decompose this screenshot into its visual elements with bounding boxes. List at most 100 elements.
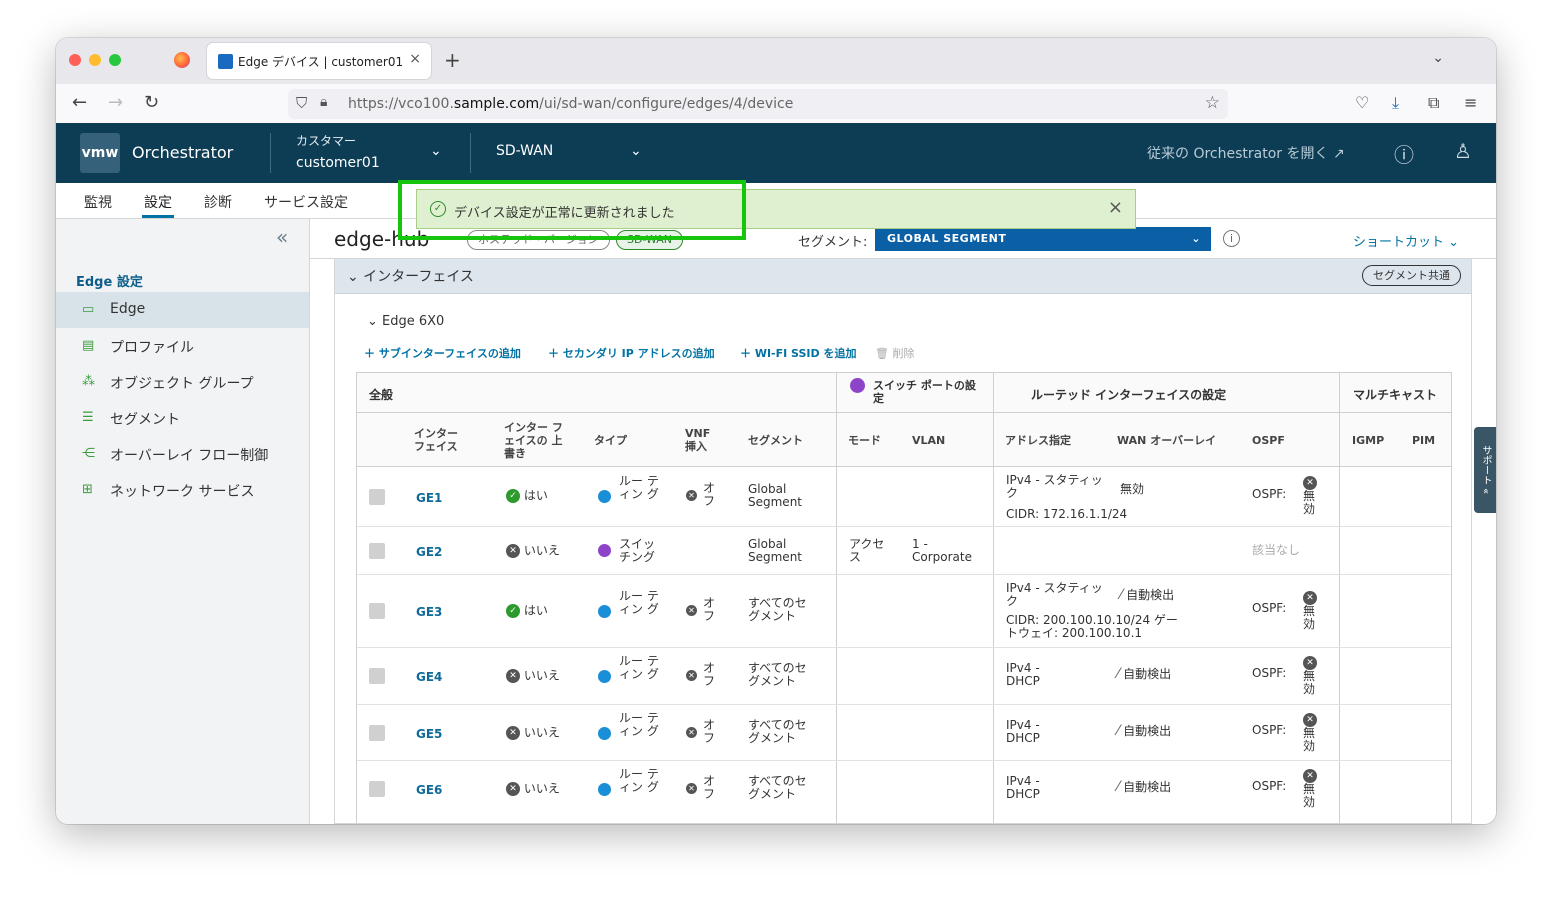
vnf-cell: ✕ オ フ [686,597,726,623]
customer-selector[interactable]: customer01 [296,155,380,171]
browser-window: Edge デバイス | customer01 | VMware × + ⌄ ← … [56,38,1496,824]
sidebar-item-segments[interactable]: ☰ セグメント [56,400,309,436]
row-checkbox[interactable] [369,725,385,741]
col-mode[interactable]: モード [848,434,881,447]
tab-configure[interactable]: 設定 [144,192,172,212]
table-row[interactable]: GE2 ✕ いいえ スイッ チング Global Segment アクセ ス 1… [357,527,1451,575]
main-content: edge-hub ホステッド・バージョン SD-WAN セグメント: GLOBA… [310,219,1496,824]
bookmark-star-icon[interactable]: ☆ [1205,93,1220,113]
interface-table: 全般 スイッチ ポートの設定 ルーテッド インターフェイスの設定 マルチキャスト… [356,372,1452,823]
table-row[interactable]: GE3 ✓ はい ルー ティン グ ✕ オ フ すべてのセ グメント IPv4 -… [357,575,1451,648]
col-vlan[interactable]: VLAN [912,434,945,447]
chevron-down-icon[interactable]: ⌄ [1432,50,1444,66]
interface-section-header[interactable]: ⌄ インターフェイス セグメント共通 [335,259,1471,294]
row-checkbox[interactable] [369,543,385,559]
new-tab-button[interactable]: + [444,48,461,72]
col-address[interactable]: アドレス指定 [1005,434,1071,447]
x-circle-icon: ✕ [506,544,520,558]
add-subinterface-button[interactable]: ＋ サブインターフェイスの追加 [364,345,521,361]
tab-diagnostics[interactable]: 診断 [204,192,232,212]
tab-close-icon[interactable]: × [409,51,421,67]
add-secondary-ip-button[interactable]: ＋ セカンダリ IP アドレスの追加 [548,345,715,361]
col-igmp[interactable]: IGMP [1352,434,1384,447]
row-checkbox[interactable] [369,668,385,684]
table-row[interactable]: GE1 ✓ はい ルー ティン グ ✕ オ フ Global Segment IP… [357,467,1451,527]
url-text[interactable]: https://vco100.sample.com/ui/sd-wan/conf… [348,96,793,112]
edge-model-toggle[interactable]: ⌄ Edge 6X0 [367,314,444,329]
shield-icon[interactable]: ⛉ [296,94,307,112]
row-checkbox[interactable] [369,781,385,797]
magic-wand-icon: ⁄ [1117,723,1120,739]
segment-select[interactable]: GLOBAL SEGMENT ⌄ [875,227,1211,251]
interface-link[interactable]: GE1 [416,491,442,505]
x-circle-icon: ✕ [686,605,697,616]
sidebar-item-network-services[interactable]: ⊞ ネットワーク サービス [56,472,309,508]
help-icon[interactable]: ⓘ [1394,139,1414,168]
info-icon[interactable]: i [1223,230,1240,247]
segment-cell: すべてのセ グメント [748,718,807,745]
override-value: はい [523,603,548,618]
col-segment[interactable]: セグメント [748,434,803,447]
col-interface[interactable]: インター フェイス [414,427,464,453]
extensions-icon[interactable]: ⧉ [1428,93,1439,113]
add-wifi-ssid-button[interactable]: ＋ WI-FI SSID を追加 [740,345,856,361]
col-wan-overlay[interactable]: WAN オーバーレイ [1117,434,1216,447]
sidebar-item-label: オーバーレイ フロー制御 [110,448,269,464]
table-row[interactable]: GE6 ✕ いいえ ルー ティン グ ✕ オ フ すべてのセ グメント IPv4 … [357,761,1451,819]
shortcut-menu[interactable]: ショートカット ⌄ [1353,231,1459,250]
zoom-window-button[interactable] [109,54,121,66]
row-checkbox[interactable] [369,603,385,619]
interface-link[interactable]: GE6 [416,783,442,797]
sidebar-item-profiles[interactable]: ▤ プロファイル [56,328,309,364]
sidebar-item-edge[interactable]: ▭ Edge [56,292,309,328]
vmware-logo[interactable]: vmw [80,133,120,173]
x-circle-icon: ✕ [1303,713,1317,727]
vlan-cell: 1 - Corporate [912,537,972,564]
segment-cell: すべてのセ グメント [748,774,807,801]
collapse-sidebar-icon[interactable]: « [276,225,288,249]
col-pim[interactable]: PIM [1412,434,1435,447]
interface-link[interactable]: GE5 [416,727,442,741]
table-row[interactable]: GE5 ✕ いいえ ルー ティン グ ✕ オ フ すべてのセ グメント IPv4 … [357,705,1451,761]
col-type[interactable]: タイプ [594,434,627,447]
browser-tab[interactable]: Edge デバイス | customer01 | VMware × [207,43,431,79]
pocket-icon[interactable]: ♡ [1355,93,1369,112]
tab-service-settings[interactable]: サービス設定 [264,192,348,212]
sidebar-item-overlay-flow[interactable]: ⋲ オーバーレイ フロー制御 [56,436,309,472]
tab-monitor[interactable]: 監視 [84,192,112,212]
forward-arrow-icon[interactable]: → [108,92,123,113]
override-value: いいえ [523,725,560,740]
legacy-orchestrator-link[interactable]: 従来の Orchestrator を開く ↗ [1147,143,1345,163]
url-bar[interactable]: ⛉ 🔒︎ https://vco100.sample.com/ui/sd-wan… [288,89,1228,119]
col-ospf[interactable]: OSPF [1252,434,1285,447]
back-arrow-icon[interactable]: ← [72,92,87,113]
interface-link[interactable]: GE2 [416,545,442,559]
firefox-icon[interactable] [174,52,190,68]
type-value: ルー ティン グ [619,474,659,501]
delete-button[interactable]: 🗑 削除 [875,345,914,361]
chevron-down-icon[interactable]: ⌄ [430,143,442,159]
chevron-down-icon: ⌄ [1191,232,1201,245]
chevron-down-icon[interactable]: ⌄ [630,143,642,159]
edge-icon: ▭ [82,302,95,317]
row-checkbox[interactable] [369,489,385,505]
user-icon[interactable]: ♙ [1454,139,1472,163]
menu-icon[interactable]: ≡ [1464,93,1477,112]
support-tab[interactable]: サポート « [1474,427,1496,513]
minimize-window-button[interactable] [89,54,101,66]
download-icon[interactable]: ⤓ [1392,93,1399,113]
table-row[interactable]: GE4 ✕ いいえ ルー ティン グ ✕ オ フ すべてのセ グメント IPv4 … [357,648,1451,705]
close-window-button[interactable] [69,54,81,66]
col-vnf[interactable]: VNF 挿入 [685,427,715,453]
product-selector[interactable]: SD-WAN [496,143,553,159]
reload-icon[interactable]: ↻ [144,92,159,113]
sidebar-item-object-groups[interactable]: ⁂ オブジェクト グループ [56,364,309,400]
wan-overlay-value: 自動検出 [1123,724,1172,738]
wan-overlay-cell: ⁄ 自動検出 [1120,588,1174,602]
close-icon[interactable]: × [1108,197,1123,218]
interface-link[interactable]: GE3 [416,605,442,619]
object-group-icon: ⁂ [82,374,95,389]
lock-icon[interactable]: 🔒︎ [320,94,327,110]
col-override[interactable]: インター フェイスの 上書き [504,421,564,460]
interface-link[interactable]: GE4 [416,670,442,684]
